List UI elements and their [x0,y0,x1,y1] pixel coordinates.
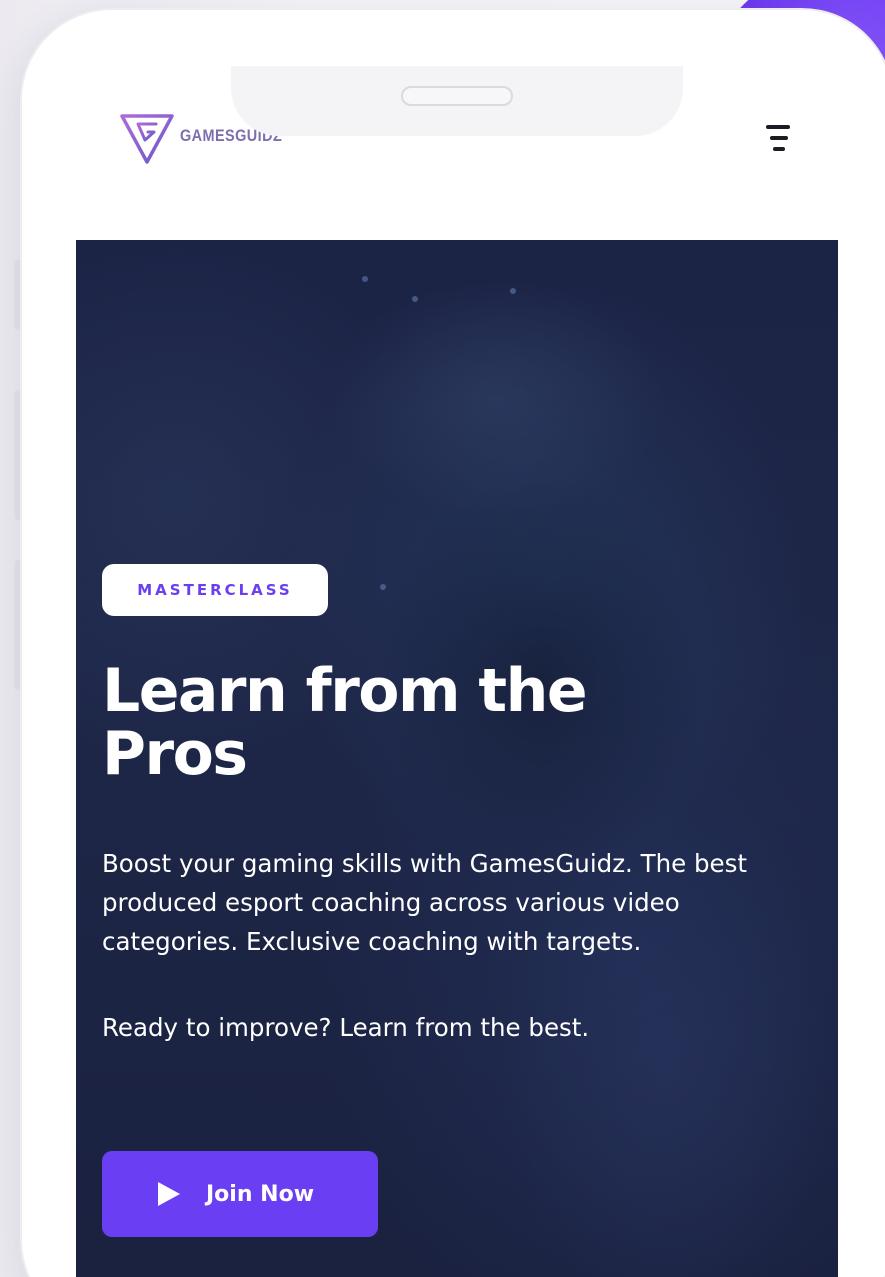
background-light-dot [510,288,516,294]
join-now-label: Join Now [206,1181,315,1207]
hero-description: Boost your gaming skills with GamesGuidz… [102,849,747,956]
mockup-stage: GAMESGUIDZ MASTERCLASS Learn from the Pr… [0,0,885,1277]
hamburger-menu-icon[interactable] [766,123,792,155]
join-now-button[interactable]: Join Now [102,1151,378,1237]
phone-screen: GAMESGUIDZ MASTERCLASS Learn from the Pr… [76,66,838,1277]
headline-line-1: Learn from the [102,656,588,726]
hero-headline: Learn from the Pros [102,660,802,786]
gamesguidz-logo-icon [120,114,174,164]
background-light-dot [412,296,418,302]
site-header: GAMESGUIDZ [76,66,838,240]
background-light-dot [362,276,368,282]
masterclass-badge: MASTERCLASS [102,564,328,616]
phone-speaker [401,86,513,106]
hero-tagline: Ready to improve? Learn from the best. [102,1013,590,1042]
phone-frame: GAMESGUIDZ MASTERCLASS Learn from the Pr… [22,10,885,1277]
phone-notch [231,66,683,136]
hero-section: MASTERCLASS Learn from the Pros Boost yo… [76,240,838,1277]
background-light-dot [380,584,386,590]
play-icon [158,1182,180,1206]
headline-line-2: Pros [102,719,248,789]
